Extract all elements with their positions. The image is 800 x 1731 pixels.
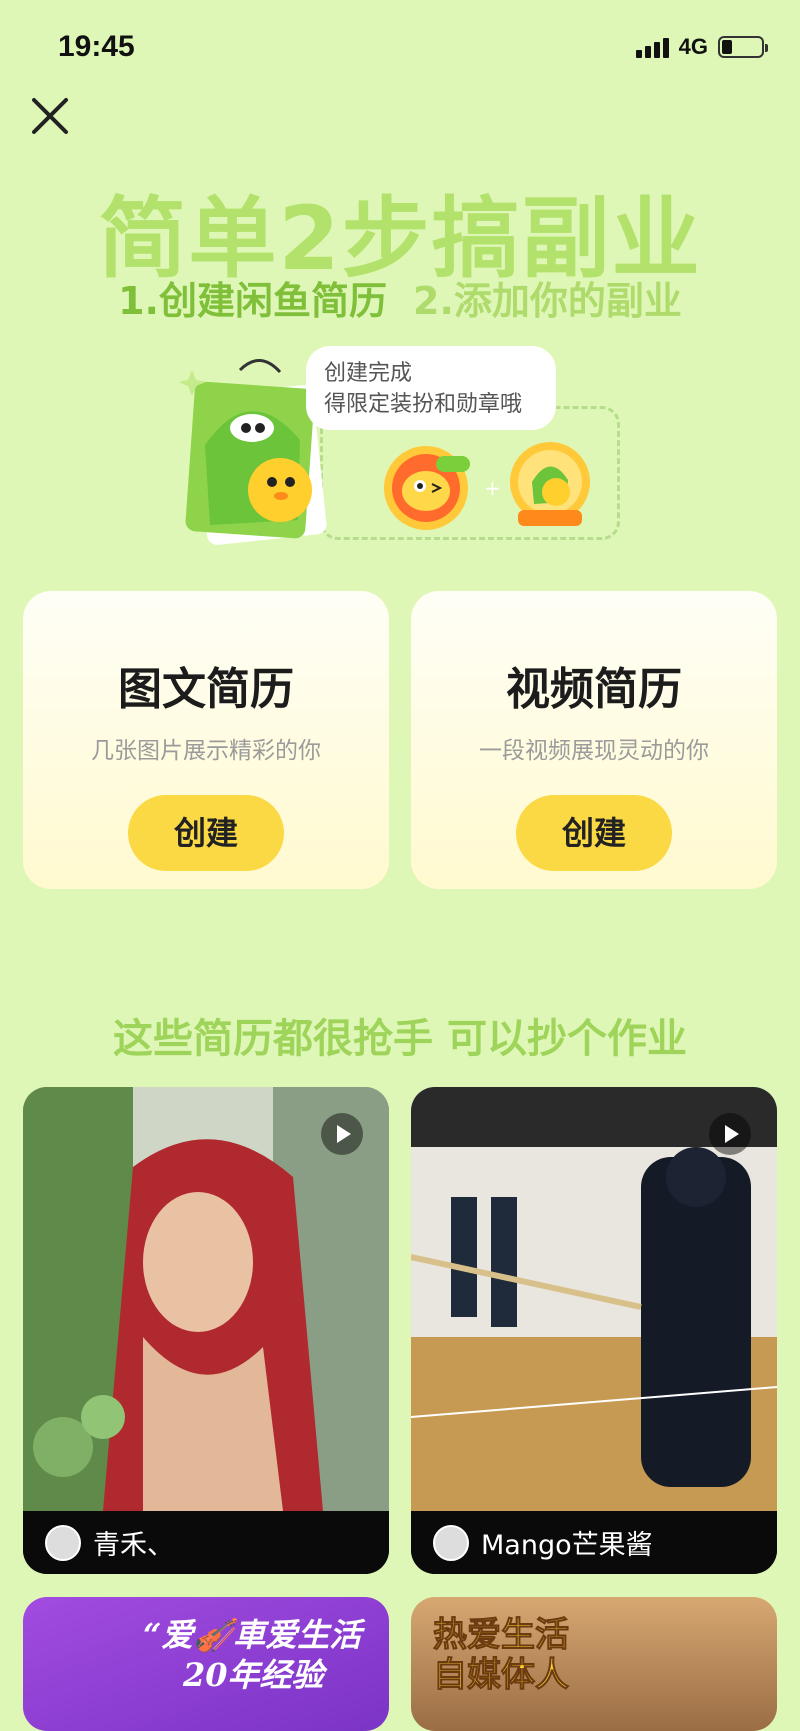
bubble-line-1: 创建完成 <box>324 361 413 386</box>
signal-icon <box>635 36 669 58</box>
badge-newbie-icon <box>384 446 470 530</box>
card-image-resume: 图文简历 几张图片展示精彩的你 创建 <box>23 591 389 889</box>
example-card[interactable]: “爱🎻車爱生活 20年经验 <box>23 1597 389 1731</box>
card-video-resume: 视频简历 一段视频展现灵动的你 创建 <box>411 591 777 889</box>
close-button[interactable] <box>28 94 72 138</box>
play-icon[interactable] <box>709 1113 751 1155</box>
card-subtitle: 几张图片展示精彩的你 <box>91 738 321 764</box>
play-icon[interactable] <box>321 1113 363 1155</box>
author-name: 青禾、 <box>93 1530 174 1561</box>
promo-text: “爱🎻車爱生活 20年经验 <box>143 1615 361 1695</box>
reward-bubble: 创建完成 得限定装扮和勋章哦 <box>306 346 556 430</box>
plus-icon: + <box>484 476 501 500</box>
example-card[interactable]: Mango芒果酱 <box>411 1087 777 1574</box>
status-icons: 4G <box>635 34 768 60</box>
avatar <box>433 1524 469 1561</box>
example-card[interactable]: 青禾、 <box>23 1087 389 1574</box>
badge-sidejob-icon <box>510 442 590 526</box>
network-label: 4G <box>678 34 708 59</box>
battery-icon <box>718 36 768 58</box>
author-row: 青禾、 <box>23 1511 389 1574</box>
steps: 1.创建闲鱼简历 2.添加你的副业 <box>0 270 800 325</box>
author-row: Mango芒果酱 <box>411 1511 777 1574</box>
close-icon <box>32 98 68 134</box>
promo-line-2: 20年经验 <box>183 1656 324 1694</box>
promo-line-1: 热爱生活 <box>433 1615 570 1656</box>
status-bar: 19:45 4G <box>0 0 800 96</box>
promo-line-2: 自媒体人 <box>433 1655 570 1696</box>
status-time: 19:45 <box>58 30 135 63</box>
step-1: 1.创建闲鱼简历 <box>118 279 387 323</box>
avatar <box>45 1524 81 1561</box>
create-video-resume-button[interactable]: 创建 <box>516 795 672 871</box>
author-name: Mango芒果酱 <box>481 1530 653 1561</box>
card-subtitle: 一段视频展现灵动的你 <box>479 738 709 764</box>
step-2: 2.添加你的副业 <box>413 279 682 323</box>
promo-text: 热爱生活 自媒体人 <box>433 1615 570 1696</box>
section-title: 这些简历都很抢手 可以抄个作业 <box>113 1016 687 1062</box>
create-image-resume-button[interactable]: 创建 <box>128 795 284 871</box>
card-title: 视频简历 <box>506 664 682 715</box>
hero-illustration: 创建完成 得限定装扮和勋章哦 + <box>180 340 620 550</box>
example-card[interactable]: 热爱生活 自媒体人 <box>411 1597 777 1731</box>
card-title: 图文简历 <box>118 664 294 715</box>
promo-line-1: “爱🎻車爱生活 <box>143 1616 362 1654</box>
bubble-line-2: 得限定装扮和勋章哦 <box>324 392 523 417</box>
